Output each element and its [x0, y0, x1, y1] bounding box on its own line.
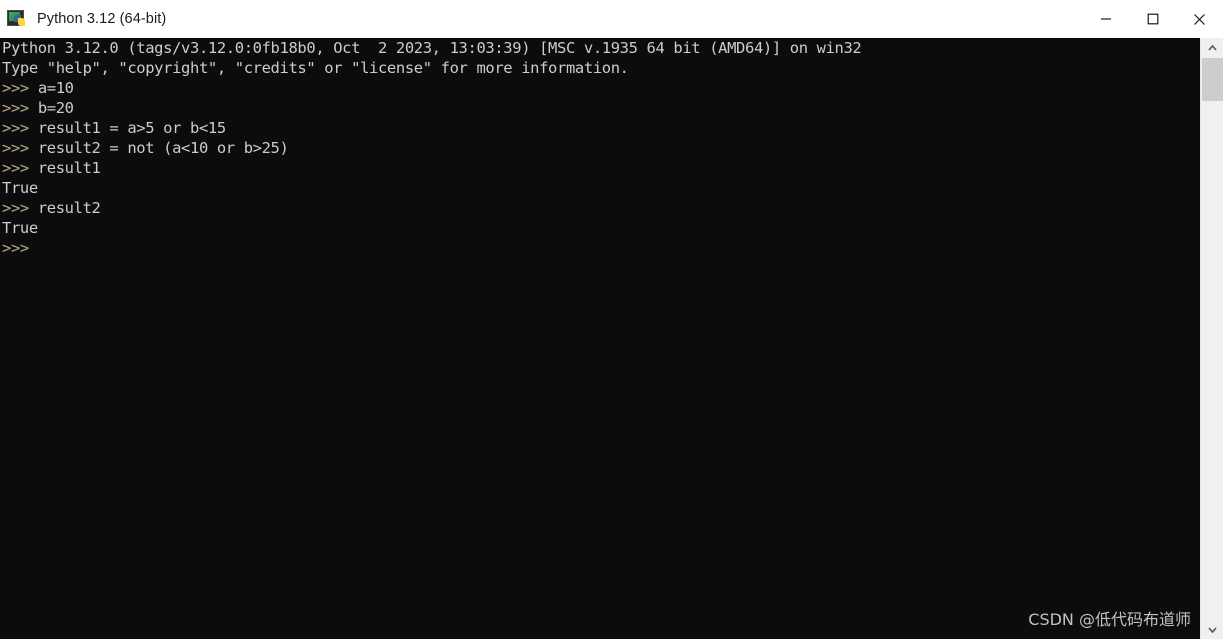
chevron-up-icon	[1207, 44, 1217, 51]
console-input-line: result2	[37, 199, 101, 217]
maximize-icon	[1147, 13, 1158, 25]
console-input-line: result2 = not (a<10 or b>25)	[37, 139, 289, 157]
console-input-line: a=10	[37, 79, 74, 97]
scrollbar-down-button[interactable]	[1201, 620, 1223, 639]
close-button[interactable]	[1176, 0, 1223, 38]
window-controls	[1082, 0, 1223, 38]
console-output-line: Type "help", "copyright", "credits" or "…	[2, 59, 629, 77]
console-output-line: True	[2, 219, 38, 237]
chevron-down-icon	[1207, 626, 1217, 633]
scrollbar-up-button[interactable]	[1201, 38, 1223, 57]
title-bar[interactable]: Python 3.12 (64-bit)	[0, 0, 1223, 38]
window-title: Python 3.12 (64-bit)	[37, 11, 167, 27]
vertical-scrollbar[interactable]	[1200, 38, 1223, 639]
console-input-line: result1 = a>5 or b<15	[37, 119, 226, 137]
python-console-window: Python 3.12 (64-bit) Python 3.12.0 (tags…	[0, 0, 1223, 639]
console-prompt: >>>	[2, 99, 38, 117]
console-prompt: >>>	[2, 139, 38, 157]
console-prompt: >>>	[2, 159, 38, 177]
maximize-button[interactable]	[1129, 0, 1176, 38]
minimize-button[interactable]	[1082, 0, 1129, 38]
scrollbar-thumb[interactable]	[1202, 58, 1223, 101]
console-input-line: result1	[37, 159, 101, 177]
console-prompt: >>>	[2, 79, 38, 97]
console-output-area[interactable]: Python 3.12.0 (tags/v3.12.0:0fb18b0, Oct…	[0, 38, 1200, 639]
console-prompt: >>>	[2, 199, 38, 217]
title-bar-left: Python 3.12 (64-bit)	[0, 9, 1082, 29]
watermark: CSDN @低代码布道师	[1028, 610, 1191, 629]
console-input-line: b=20	[37, 99, 74, 117]
console-prompt: >>>	[2, 119, 38, 137]
minimize-icon	[1100, 18, 1111, 20]
console-output-line: Python 3.12.0 (tags/v3.12.0:0fb18b0, Oct…	[2, 39, 862, 57]
console-text: Python 3.12.0 (tags/v3.12.0:0fb18b0, Oct…	[2, 38, 862, 258]
close-icon	[1194, 13, 1205, 25]
console-prompt: >>>	[2, 239, 38, 257]
python-console-icon	[7, 9, 27, 29]
console-output-line: True	[2, 179, 38, 197]
